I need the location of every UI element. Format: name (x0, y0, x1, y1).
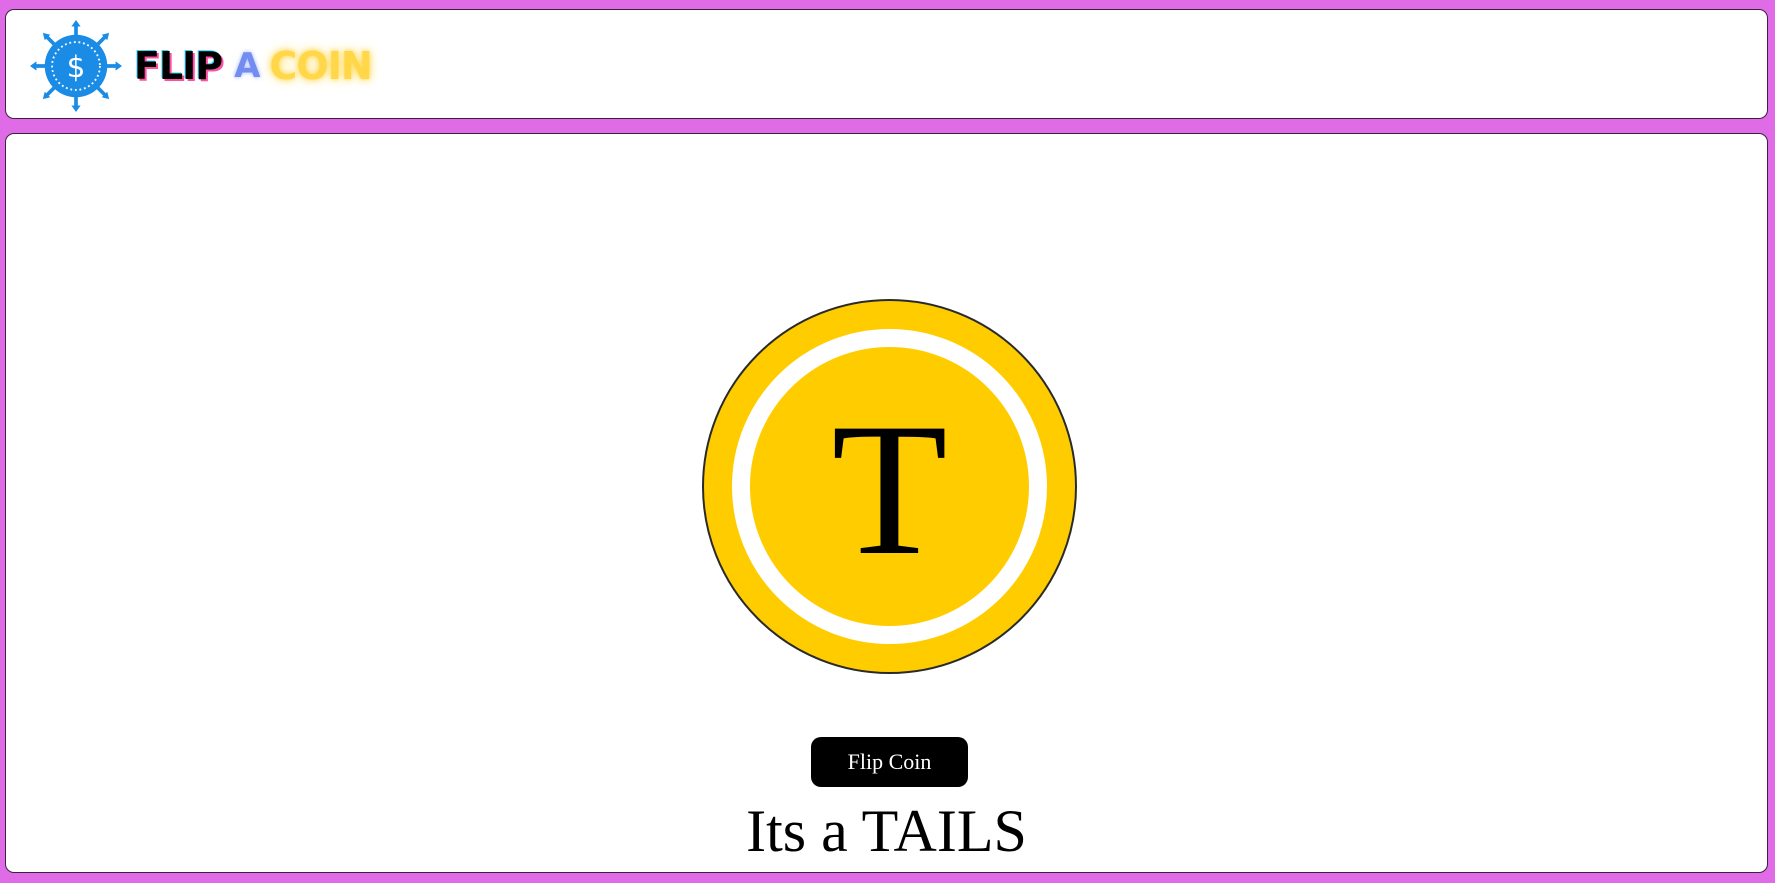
svg-text:$: $ (67, 50, 86, 84)
logo-wordmark: FLIP A COIN (134, 44, 373, 88)
page: $ FLIP A COIN T Flip Coin Its a TAILS (0, 0, 1775, 883)
site-logo[interactable]: $ FLIP A COIN (30, 20, 373, 112)
coin-inner-ring: T (732, 329, 1047, 644)
logo-text-a: A (234, 46, 260, 86)
coin: T (702, 299, 1077, 674)
coin-face-letter: T (831, 384, 948, 595)
main-panel: T Flip Coin Its a TAILS (5, 133, 1768, 873)
logo-text-flip: FLIP (134, 44, 223, 88)
dollar-gear-icon: $ (30, 20, 122, 112)
header-bar: $ FLIP A COIN (5, 9, 1768, 119)
flip-coin-button[interactable]: Flip Coin (811, 737, 968, 787)
result-text: Its a TAILS (746, 798, 1027, 864)
logo-text-coin: COIN (269, 44, 373, 88)
